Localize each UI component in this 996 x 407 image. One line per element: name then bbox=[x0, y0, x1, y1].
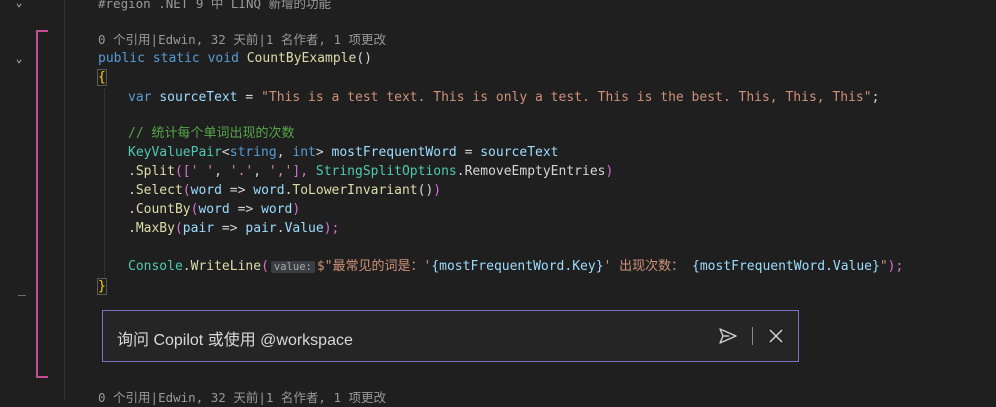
close-brace: } bbox=[97, 278, 107, 295]
parameter-inlay-hint: value: bbox=[270, 261, 315, 273]
codelens-references-next[interactable]: 0 个引用|Edwin, 32 天前|1 名作者, 1 项更改 bbox=[98, 388, 386, 407]
code-line-maxby: .MaxBy(pair => pair.Value); bbox=[128, 221, 340, 236]
gutter-end-marker bbox=[18, 295, 26, 296]
code-line-select: .Select(word => word.ToLowerInvariant()) bbox=[128, 183, 442, 198]
fold-method-chevron-icon[interactable]: ⌄ bbox=[12, 52, 26, 66]
copilot-prompt-input[interactable]: 询问 Copilot 或使用 @workspace bbox=[117, 326, 353, 350]
code-line-console: Console.WriteLine(value: $"最常见的词是：'{mostF… bbox=[128, 259, 904, 274]
close-icon[interactable] bbox=[765, 325, 787, 347]
code-comment: // 统计每个单词出现的次数 bbox=[128, 126, 295, 141]
region-line: #region .NET 9 中 LINQ 新增的功能 bbox=[98, 0, 332, 11]
indent-guide bbox=[64, 0, 65, 399]
method-signature: public static void CountByExample() bbox=[98, 51, 372, 66]
copilot-inline-chat: 询问 Copilot 或使用 @workspace bbox=[102, 310, 799, 362]
code-line-source: var sourceText = "This is a test text. T… bbox=[128, 90, 880, 105]
fold-region-chevron-icon[interactable]: ⌄ bbox=[12, 0, 26, 10]
code-line-kvp: KeyValuePair<string, int> mostFrequentWo… bbox=[128, 145, 559, 160]
method-name[interactable]: CountByExample bbox=[247, 51, 357, 66]
indent-guide bbox=[104, 88, 105, 278]
code-line-countby: .CountBy(word => word) bbox=[128, 202, 301, 217]
change-indicator-bar bbox=[36, 30, 48, 378]
send-icon[interactable] bbox=[717, 325, 739, 347]
toolbar-separator bbox=[752, 327, 753, 345]
code-line-split: .Split([' ', '.', ','], StringSplitOptio… bbox=[128, 164, 614, 179]
codelens-references[interactable]: 0 个引用|Edwin, 32 天前|1 名作者, 1 项更改 bbox=[98, 30, 386, 49]
open-brace: { bbox=[97, 69, 107, 86]
